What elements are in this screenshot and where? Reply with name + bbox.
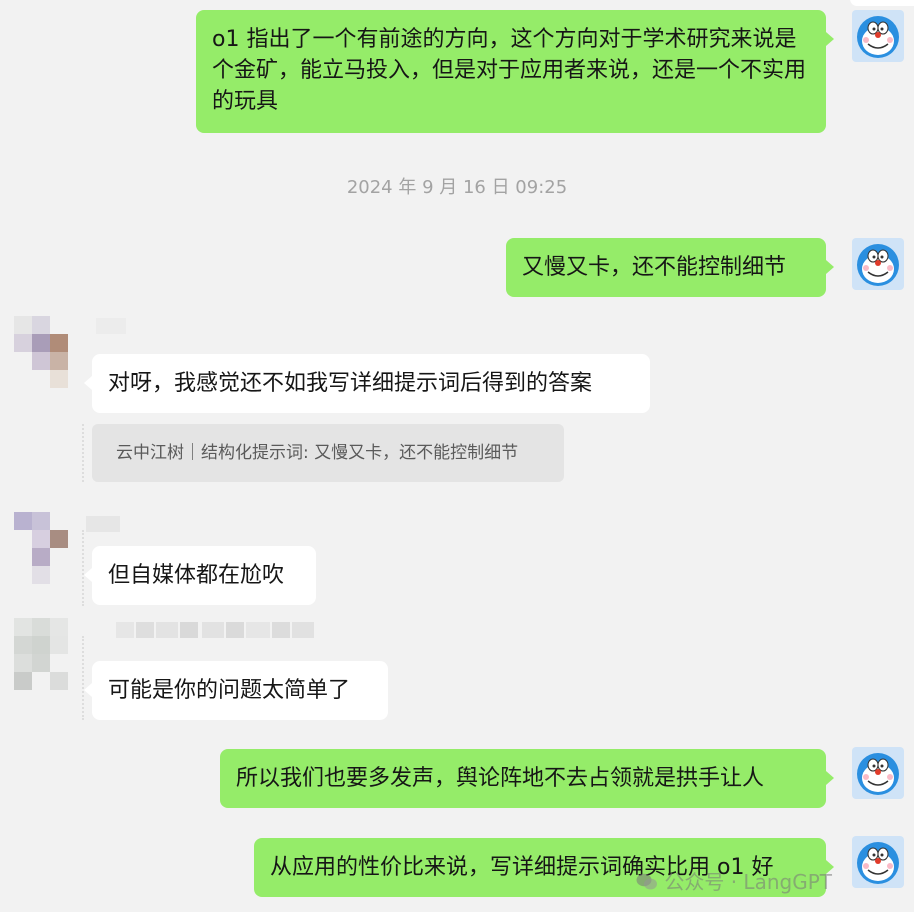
message-text: 对呀，我感觉还不如我写详细提示词后得到的答案 xyxy=(108,371,593,396)
message-bubble-outgoing[interactable]: o1 指出了一个有前途的方向，这个方向对于学术研究来说是个金矿，能立马投入，但是… xyxy=(196,10,834,133)
quoted-message[interactable]: 云中江树｜结构化提示词: 又慢又卡，还不能控制细节 xyxy=(92,424,564,482)
message-bubble-outgoing[interactable]: 所以我们也要多发声，舆论阵地不去占领就是拱手让人 xyxy=(220,749,834,808)
watermark: 公众号 · LangGPT xyxy=(636,866,832,895)
self-avatar[interactable] xyxy=(852,238,904,290)
doraemon-avatar-icon xyxy=(852,238,904,290)
message-text: 但自媒体都在尬吹 xyxy=(108,563,285,588)
self-avatar[interactable] xyxy=(852,747,904,799)
message-text: 又慢又卡，还不能控制细节 xyxy=(522,255,787,280)
quoted-text: 云中江树｜结构化提示词: 又慢又卡，还不能控制细节 xyxy=(116,443,519,463)
top-overlay-card xyxy=(850,0,914,6)
chat-timestamp: 2024 年 9 月 16 日 09:25 xyxy=(346,177,568,198)
message-text: o1 指出了一个有前途的方向，这个方向对于学术研究来说是个金矿，能立马投入，但是… xyxy=(212,27,807,114)
blurred-avatar[interactable] xyxy=(14,512,68,584)
doraemon-avatar-icon xyxy=(852,10,904,62)
message-bubble-incoming[interactable]: 但自媒体都在尬吹 xyxy=(84,546,316,605)
divider xyxy=(82,530,86,606)
doraemon-avatar-icon xyxy=(852,747,904,799)
message-bubble-outgoing[interactable]: 又慢又卡，还不能控制细节 xyxy=(506,238,834,297)
message-bubble-incoming[interactable]: 对呀，我感觉还不如我写详细提示词后得到的答案 xyxy=(84,354,650,413)
self-avatar[interactable] xyxy=(852,836,904,888)
watermark-text: 公众号 · LangGPT xyxy=(664,870,832,894)
message-bubble-incoming[interactable]: 可能是你的问题太简单了 xyxy=(84,661,388,720)
message-text: 所以我们也要多发声，舆论阵地不去占领就是拱手让人 xyxy=(236,766,765,791)
self-avatar[interactable] xyxy=(852,10,904,62)
blurred-avatar[interactable] xyxy=(14,316,68,388)
divider xyxy=(82,636,86,720)
blurred-avatar[interactable] xyxy=(14,618,68,690)
doraemon-avatar-icon xyxy=(852,836,904,888)
divider xyxy=(82,424,86,482)
message-text: 可能是你的问题太简单了 xyxy=(108,678,351,703)
wechat-icon xyxy=(636,873,657,890)
